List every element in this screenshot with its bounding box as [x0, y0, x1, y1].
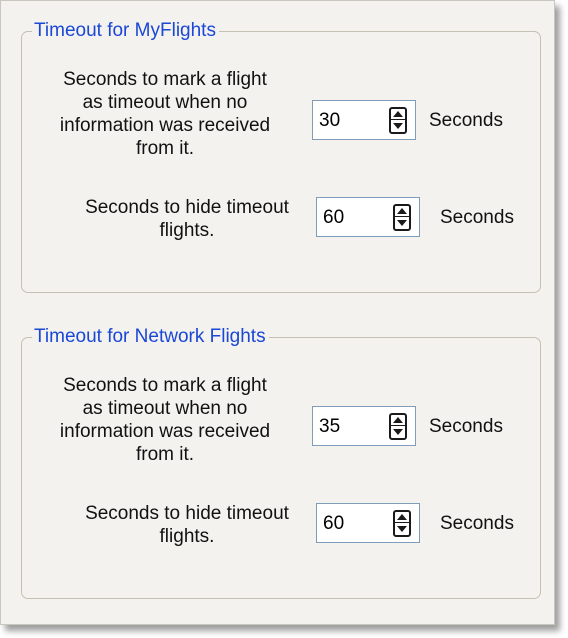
- myflights-hide-timeout-label: Seconds to hide timeout flights.: [58, 196, 316, 242]
- myflights-mark-timeout-label: Seconds to mark a flight as timeout when…: [36, 68, 294, 160]
- network-group-title: Timeout for Network Flights: [32, 325, 269, 349]
- network-hide-timeout-label: Seconds to hide timeout flights.: [58, 502, 316, 548]
- increment-arrow[interactable]: [391, 109, 405, 120]
- network-hide-timeout-spinner[interactable]: 60: [316, 503, 420, 543]
- myflights-hide-timeout-spinner[interactable]: 60: [316, 197, 420, 237]
- options-panel: Timeout for MyFlights Seconds to mark a …: [0, 0, 555, 625]
- myflights-mark-timeout-spinner[interactable]: 30: [312, 100, 416, 140]
- network-hide-timeout-value[interactable]: 60: [323, 513, 344, 535]
- decrement-arrow[interactable]: [395, 218, 409, 229]
- network-mark-timeout-value[interactable]: 35: [319, 416, 340, 438]
- decrement-arrow[interactable]: [391, 121, 405, 132]
- up-down-arrow-icon[interactable]: [393, 204, 411, 231]
- myflights-mark-timeout-value[interactable]: 30: [319, 110, 340, 132]
- increment-arrow[interactable]: [391, 415, 405, 426]
- decrement-arrow[interactable]: [395, 524, 409, 535]
- up-down-arrow-icon[interactable]: [389, 413, 407, 440]
- network-mark-timeout-unit: Seconds: [429, 416, 503, 438]
- myflights-hide-timeout-value[interactable]: 60: [323, 207, 344, 229]
- network-mark-timeout-spinner[interactable]: 35: [312, 406, 416, 446]
- network-mark-timeout-label: Seconds to mark a flight as timeout when…: [36, 374, 294, 466]
- increment-arrow[interactable]: [395, 206, 409, 217]
- myflights-hide-timeout-unit: Seconds: [440, 207, 514, 229]
- increment-arrow[interactable]: [395, 512, 409, 523]
- up-down-arrow-icon[interactable]: [389, 107, 407, 134]
- network-timeout-group: Timeout for Network Flights Seconds to m…: [21, 337, 541, 599]
- up-down-arrow-icon[interactable]: [393, 510, 411, 537]
- network-hide-timeout-unit: Seconds: [440, 513, 514, 535]
- decrement-arrow[interactable]: [391, 427, 405, 438]
- myflights-group-title: Timeout for MyFlights: [32, 19, 219, 43]
- myflights-mark-timeout-unit: Seconds: [429, 110, 503, 132]
- myflights-timeout-group: Timeout for MyFlights Seconds to mark a …: [21, 31, 541, 293]
